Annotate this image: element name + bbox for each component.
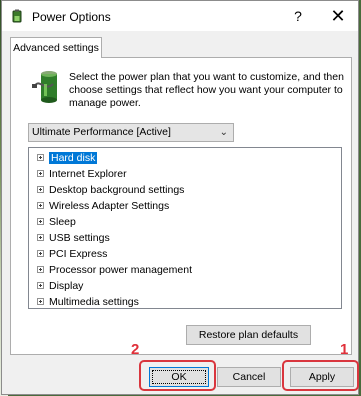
tree-item-usb-settings[interactable]: USB settings	[37, 231, 110, 246]
expand-icon[interactable]	[37, 202, 44, 209]
step-number-apply: 1	[340, 341, 349, 358]
window-title: Power Options	[32, 10, 111, 24]
expand-icon[interactable]	[37, 170, 44, 177]
tree-item-label: Processor power management	[49, 264, 192, 276]
tree-item-label: Internet Explorer	[49, 168, 127, 180]
help-button[interactable]: ?	[284, 1, 312, 31]
expand-icon[interactable]	[37, 234, 44, 241]
tree-item-sleep[interactable]: Sleep	[37, 215, 76, 230]
tree-item-display[interactable]: Display	[37, 279, 83, 294]
tree-item-pci-express[interactable]: PCI Express	[37, 247, 107, 262]
advanced-settings-panel: Select the power plan that you want to c…	[10, 57, 352, 355]
power-options-dialog: Power Options ? ✕ Advanced settings Sele…	[1, 0, 359, 395]
tree-item-label: PCI Express	[49, 248, 108, 260]
expand-icon[interactable]	[37, 154, 44, 161]
tree-item-label: USB settings	[49, 232, 110, 244]
tree-item-wireless-adapter[interactable]: Wireless Adapter Settings	[37, 199, 169, 214]
expand-icon[interactable]	[37, 282, 44, 289]
tree-item-hard-disk[interactable]: Hard disk	[37, 151, 98, 166]
expand-icon[interactable]	[37, 266, 44, 273]
power-plan-dropdown[interactable]: Ultimate Performance [Active] ⌄	[28, 123, 234, 142]
power-plan-value: Ultimate Performance [Active]	[32, 126, 171, 138]
tree-item-label: Wireless Adapter Settings	[49, 200, 170, 212]
tree-item-desktop-background[interactable]: Desktop background settings	[37, 183, 184, 198]
expand-icon[interactable]	[37, 186, 44, 193]
expand-icon[interactable]	[37, 250, 44, 257]
description-text: Select the power plan that you want to c…	[69, 71, 344, 109]
tree-item-label: Display	[49, 280, 84, 292]
tab-advanced-settings[interactable]: Advanced settings	[10, 37, 102, 58]
power-options-icon	[12, 9, 22, 23]
tree-item-label: Hard disk	[49, 152, 98, 164]
expand-icon[interactable]	[37, 298, 44, 305]
chevron-down-icon: ⌄	[219, 127, 228, 138]
step-number-ok: 2	[131, 341, 140, 358]
settings-tree[interactable]: Hard disk Internet Explorer Desktop back…	[28, 147, 342, 309]
cancel-button[interactable]: Cancel	[217, 367, 281, 387]
tree-item-label: Desktop background settings	[49, 184, 185, 196]
battery-power-icon	[32, 71, 57, 103]
tree-item-multimedia[interactable]: Multimedia settings	[37, 295, 139, 310]
restore-plan-defaults-button[interactable]: Restore plan defaults	[186, 325, 311, 345]
apply-highlight-box	[282, 360, 359, 391]
tree-item-label: Multimedia settings	[49, 296, 139, 308]
tree-item-internet-explorer[interactable]: Internet Explorer	[37, 167, 127, 182]
expand-icon[interactable]	[37, 218, 44, 225]
ok-highlight-box	[139, 360, 216, 391]
close-button[interactable]: ✕	[318, 1, 358, 31]
title-bar: Power Options ? ✕	[2, 1, 358, 31]
tree-item-processor-power[interactable]: Processor power management	[37, 263, 192, 278]
tree-item-label: Sleep	[49, 216, 76, 228]
